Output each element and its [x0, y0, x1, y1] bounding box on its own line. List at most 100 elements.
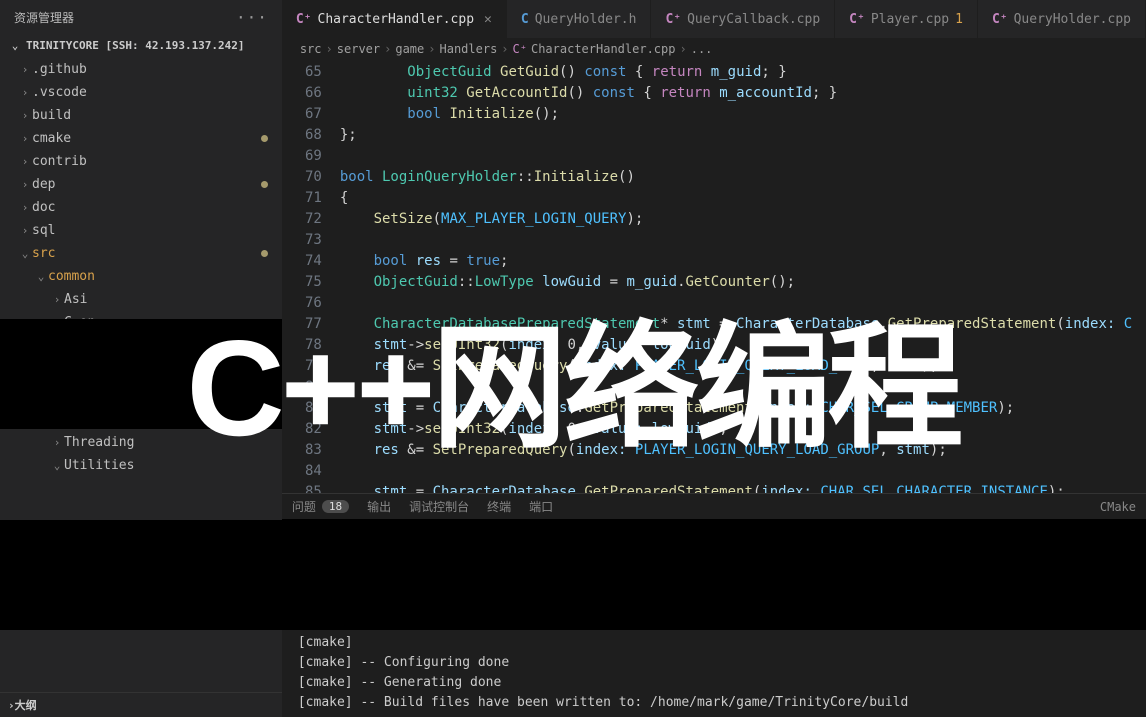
panel-selector[interactable]: CMake [1100, 500, 1136, 514]
code-line[interactable] [340, 146, 1146, 167]
line-number: 78 [282, 335, 322, 356]
close-icon[interactable]: ✕ [484, 12, 492, 27]
code-line[interactable]: stmt = CharacterDatabase.GetPreparedStat… [340, 398, 1146, 419]
tree-label: .vscode [32, 85, 278, 100]
more-icon[interactable]: ··· [236, 8, 268, 27]
tree-item-Asi[interactable]: ›Asi [0, 288, 282, 311]
tree-item-Threading[interactable]: ›Threading [0, 431, 282, 454]
terminal-line: [cmake] -- Build files have been written… [298, 693, 1130, 713]
tree-item-contrib[interactable]: ›contrib [0, 150, 282, 173]
line-gutter: 6566676869707172737475767778798081828384… [282, 60, 340, 493]
tab-QueryHolder-h[interactable]: C QueryHolder.h [507, 0, 652, 38]
line-number: 71 [282, 188, 322, 209]
tab-QueryCallback-cpp[interactable]: C⁺QueryCallback.cpp [651, 0, 835, 38]
line-number: 67 [282, 104, 322, 125]
chevron-right-icon: › [18, 109, 32, 122]
chevron-right-icon: › [50, 293, 64, 306]
panel-tab-1[interactable]: 输出 [367, 498, 391, 515]
breadcrumb-segment[interactable]: CharacterHandler.cpp [531, 42, 676, 56]
black-band [0, 520, 1146, 630]
tree-label: doc [32, 200, 278, 215]
workspace-row[interactable]: ⌄ TRINITYCORE [SSH: 42.193.137.242] [0, 35, 282, 56]
code-line[interactable]: bool LoginQueryHolder::Initialize() [340, 167, 1146, 188]
file-icon: C⁺ [665, 12, 681, 27]
panel-tab-0[interactable]: 问题18 [292, 498, 349, 515]
code-line[interactable] [340, 461, 1146, 482]
file-icon: C⁺ [513, 42, 527, 56]
tree-item-Con[interactable]: ›C on [0, 311, 282, 319]
tree-item-sql[interactable]: ›sql [0, 219, 282, 242]
outline-header[interactable]: › 大纲 [0, 692, 282, 717]
tab-CharacterHandler-cpp[interactable]: C⁺CharacterHandler.cpp✕ [282, 0, 507, 38]
chevron-right-icon: › [50, 436, 64, 449]
tree-item-common[interactable]: ⌄common [0, 265, 282, 288]
tree-label: Utilities [64, 458, 278, 473]
file-icon: C⁺ [849, 12, 865, 27]
line-number: 74 [282, 251, 322, 272]
code-line[interactable]: stmt->setUInt32(index: 0, value: lowGuid… [340, 419, 1146, 440]
code-line[interactable]: uint32 GetAccountId() const { return m_a… [340, 83, 1146, 104]
file-icon: C⁺ [992, 12, 1008, 27]
terminal-output[interactable]: [cmake][cmake] -- Configuring done[cmake… [282, 629, 1146, 717]
tree-item-.vscode[interactable]: ›.vscode [0, 81, 282, 104]
line-number: 72 [282, 209, 322, 230]
modified-dot-icon [261, 181, 268, 188]
chevron-down-icon: ⌄ [50, 459, 64, 472]
panel-tab-3[interactable]: 终端 [487, 498, 511, 515]
code-line[interactable]: CharacterDatabasePreparedStatement* stmt… [340, 314, 1146, 335]
explorer-header: 资源管理器 ··· [0, 0, 282, 35]
line-number: 65 [282, 62, 322, 83]
breadcrumb-segment[interactable]: ... [691, 42, 713, 56]
tree-item-src[interactable]: ⌄src [0, 242, 282, 265]
tab-label: QueryHolder.h [535, 12, 637, 27]
tree-item-doc[interactable]: ›doc [0, 196, 282, 219]
code-line[interactable] [340, 230, 1146, 251]
code-line[interactable]: ObjectGuid GetGuid() const { return m_gu… [340, 62, 1146, 83]
line-number: 73 [282, 230, 322, 251]
code-line[interactable]: SetSize(MAX_PLAYER_LOGIN_QUERY); [340, 209, 1146, 230]
code-line[interactable] [340, 377, 1146, 398]
explorer-title: 资源管理器 [14, 9, 236, 26]
line-number: 77 [282, 314, 322, 335]
code-line[interactable]: stmt = CharacterDatabase.GetPreparedStat… [340, 482, 1146, 493]
tab-QueryHolder-cpp[interactable]: C⁺QueryHolder.cpp [978, 0, 1146, 38]
breadcrumb-segment[interactable]: src [300, 42, 322, 56]
code-line[interactable] [340, 293, 1146, 314]
line-number: 79 [282, 356, 322, 377]
chevron-right-icon: › [18, 86, 32, 99]
chevron-right-icon: › [18, 63, 32, 76]
code-content[interactable]: ObjectGuid GetGuid() const { return m_gu… [340, 60, 1146, 493]
modified-dot-icon [261, 135, 268, 142]
code-line[interactable]: res &= SetPreparedQuery(index: PLAYER_LO… [340, 356, 1146, 377]
problems-badge: 18 [322, 500, 349, 513]
tree-label: .github [32, 62, 278, 77]
tree-item-build[interactable]: ›build [0, 104, 282, 127]
tree-label: dep [32, 177, 261, 192]
tree-label: cmake [32, 131, 261, 146]
code-editor[interactable]: 6566676869707172737475767778798081828384… [282, 60, 1146, 493]
breadcrumb[interactable]: src›server›game›Handlers›C⁺CharacterHand… [282, 38, 1146, 60]
file-icon: C⁺ [296, 12, 312, 27]
chevron-right-icon: › [18, 132, 32, 145]
breadcrumb-segment[interactable]: server [337, 42, 380, 56]
file-icon: C [521, 12, 529, 27]
panel-tab-2[interactable]: 调试控制台 [409, 498, 469, 515]
line-number: 85 [282, 482, 322, 493]
code-line[interactable]: bool res = true; [340, 251, 1146, 272]
terminal-line: [cmake] [298, 633, 1130, 653]
tree-item-Utilities[interactable]: ⌄Utilities [0, 454, 282, 477]
tree-item-dep[interactable]: ›dep [0, 173, 282, 196]
code-line[interactable]: ObjectGuid::LowType lowGuid = m_guid.Get… [340, 272, 1146, 293]
code-line[interactable]: { [340, 188, 1146, 209]
tree-item-.github[interactable]: ›.github [0, 58, 282, 81]
tab-Player-cpp[interactable]: C⁺Player.cpp1 [835, 0, 978, 38]
line-number: 70 [282, 167, 322, 188]
tree-item-cmake[interactable]: ›cmake [0, 127, 282, 150]
code-line[interactable]: res &= SetPreparedQuery(index: PLAYER_LO… [340, 440, 1146, 461]
code-line[interactable]: stmt->setUInt32(index: 0, value: lowGuid… [340, 335, 1146, 356]
breadcrumb-segment[interactable]: game [395, 42, 424, 56]
code-line[interactable]: }; [340, 125, 1146, 146]
panel-tab-4[interactable]: 端口 [529, 498, 553, 515]
breadcrumb-segment[interactable]: Handlers [440, 42, 498, 56]
code-line[interactable]: bool Initialize(); [340, 104, 1146, 125]
